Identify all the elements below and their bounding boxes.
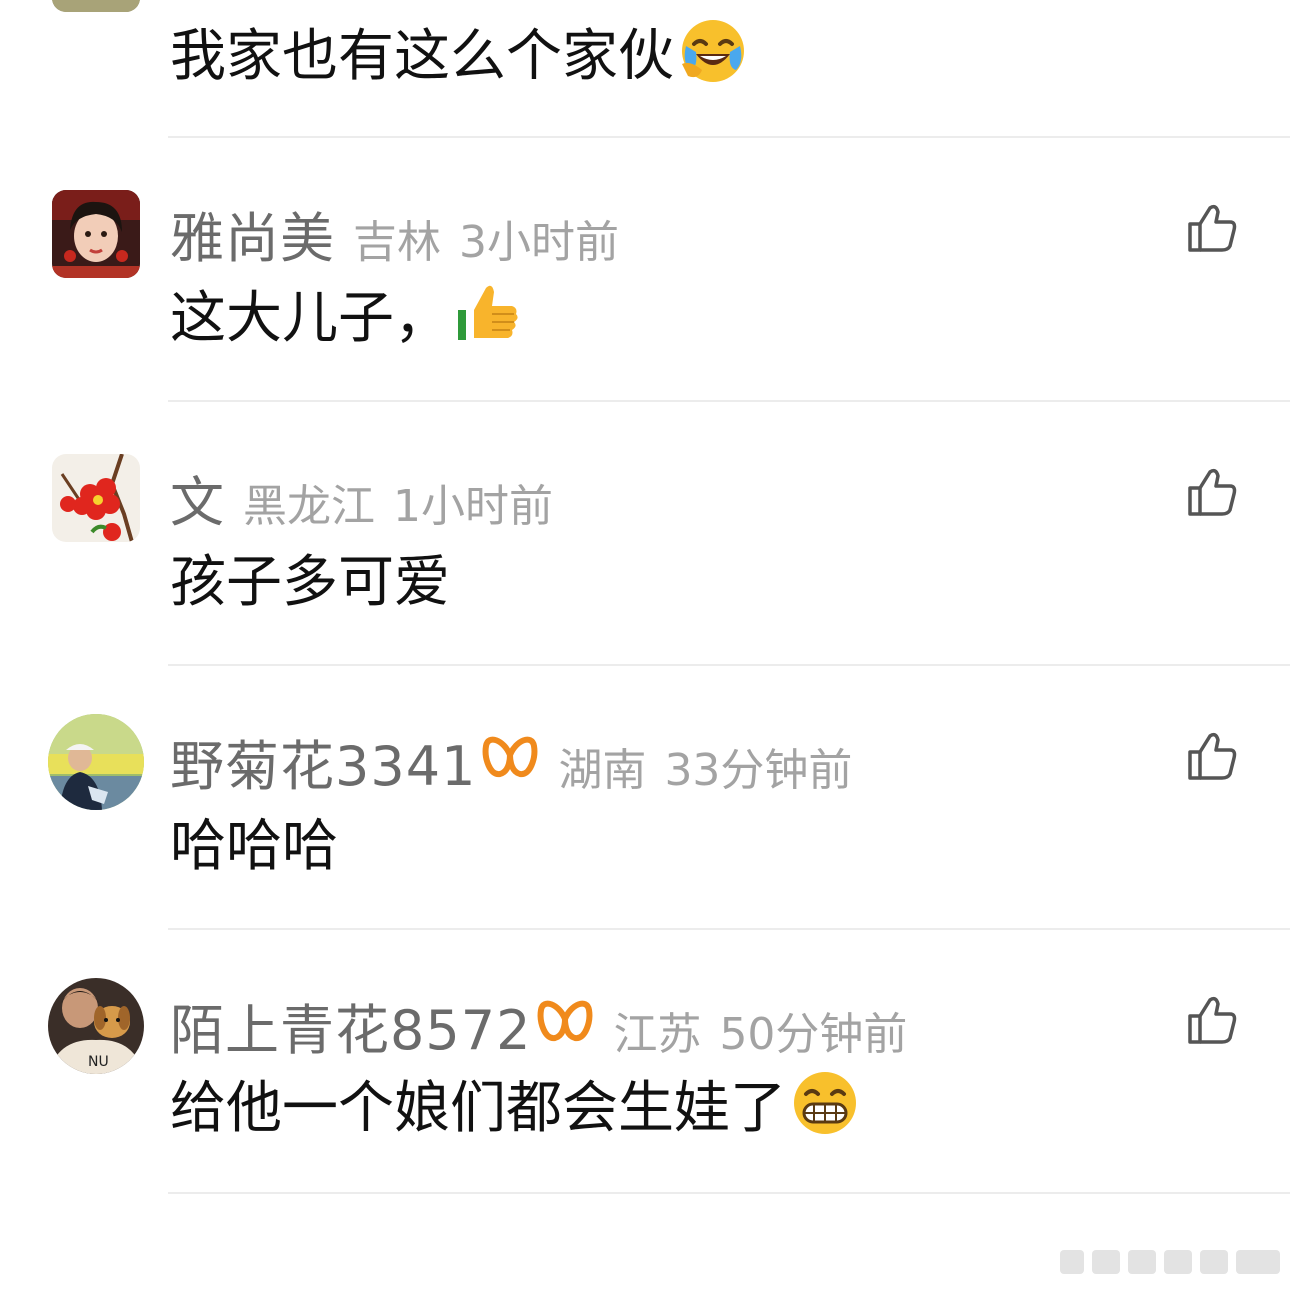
location: 黑龙江 <box>243 481 375 532</box>
location: 湖南 <box>558 745 647 796</box>
like-button[interactable] <box>1184 464 1240 520</box>
svg-text:NU: NU <box>88 1054 109 1070</box>
username[interactable]: 雅尚美 <box>170 194 335 273</box>
thumbs-up-outline-icon <box>1188 996 1237 1044</box>
comment-text: 哈哈哈 <box>170 808 338 879</box>
thumbs-up-outline-icon <box>1188 732 1237 780</box>
comment-text-body: 我家也有这么个家伙 <box>170 23 674 89</box>
vip-badge-icon <box>482 732 538 778</box>
like-button[interactable] <box>1184 992 1240 1048</box>
comment-text-body: 这大儿子， <box>170 285 450 351</box>
comment-text: 孩子多可爱 <box>170 544 450 615</box>
thumbs-up-outline-icon <box>1188 204 1237 252</box>
thumbs-up-emoji <box>456 280 522 346</box>
divider <box>168 928 1290 930</box>
location: 江苏 <box>613 1009 702 1060</box>
avatar[interactable] <box>48 714 144 810</box>
divider <box>168 1192 1290 1194</box>
comment-meta: 雅尚美 吉林 3小时前 <box>170 194 619 270</box>
comment-meta: 文 黑龙江 1小时前 <box>170 458 553 534</box>
timestamp: 50分钟前 <box>719 1009 908 1060</box>
username[interactable]: 野菊花3341 <box>170 722 476 801</box>
watermark-logo <box>1060 1242 1282 1282</box>
comment-text-body: 哈哈哈 <box>170 813 338 879</box>
thumbs-up-outline-icon <box>1188 468 1237 516</box>
comment-list: 我家也有这么个家伙 雅尚美 吉林 3小时前 这大儿子， 文 黑龙江 1小时前 孩… <box>0 0 1290 1295</box>
username[interactable]: 陌上青花8572 <box>170 986 531 1065</box>
avatar[interactable]: NU <box>48 978 144 1074</box>
timestamp: 3小时前 <box>459 217 619 268</box>
comment-text-body: 给他一个娘们都会生娃了 <box>170 1075 786 1141</box>
comment-text: 这大儿子， <box>170 280 522 351</box>
comment-text: 给他一个娘们都会生娃了 <box>170 1070 858 1141</box>
divider <box>168 400 1290 402</box>
comment-text-body: 孩子多可爱 <box>170 549 450 615</box>
location: 吉林 <box>353 217 441 268</box>
timestamp: 1小时前 <box>393 481 553 532</box>
avatar[interactable] <box>52 190 140 278</box>
avatar[interactable] <box>52 0 140 12</box>
avatar[interactable] <box>52 454 140 542</box>
divider <box>168 136 1290 138</box>
username[interactable]: 文 <box>170 458 225 537</box>
comment-meta: 陌上青花8572 江苏 50分钟前 <box>170 986 907 1062</box>
grinning-emoji <box>792 1070 858 1136</box>
like-button[interactable] <box>1184 728 1240 784</box>
timestamp: 33分钟前 <box>664 745 853 796</box>
like-button[interactable] <box>1184 200 1240 256</box>
laughing-crying-emoji <box>680 18 746 84</box>
vip-badge-icon <box>537 996 593 1042</box>
comment-meta: 野菊花3341 湖南 33分钟前 <box>170 722 852 798</box>
comment-text: 我家也有这么个家伙 <box>170 18 746 89</box>
divider <box>168 664 1290 666</box>
